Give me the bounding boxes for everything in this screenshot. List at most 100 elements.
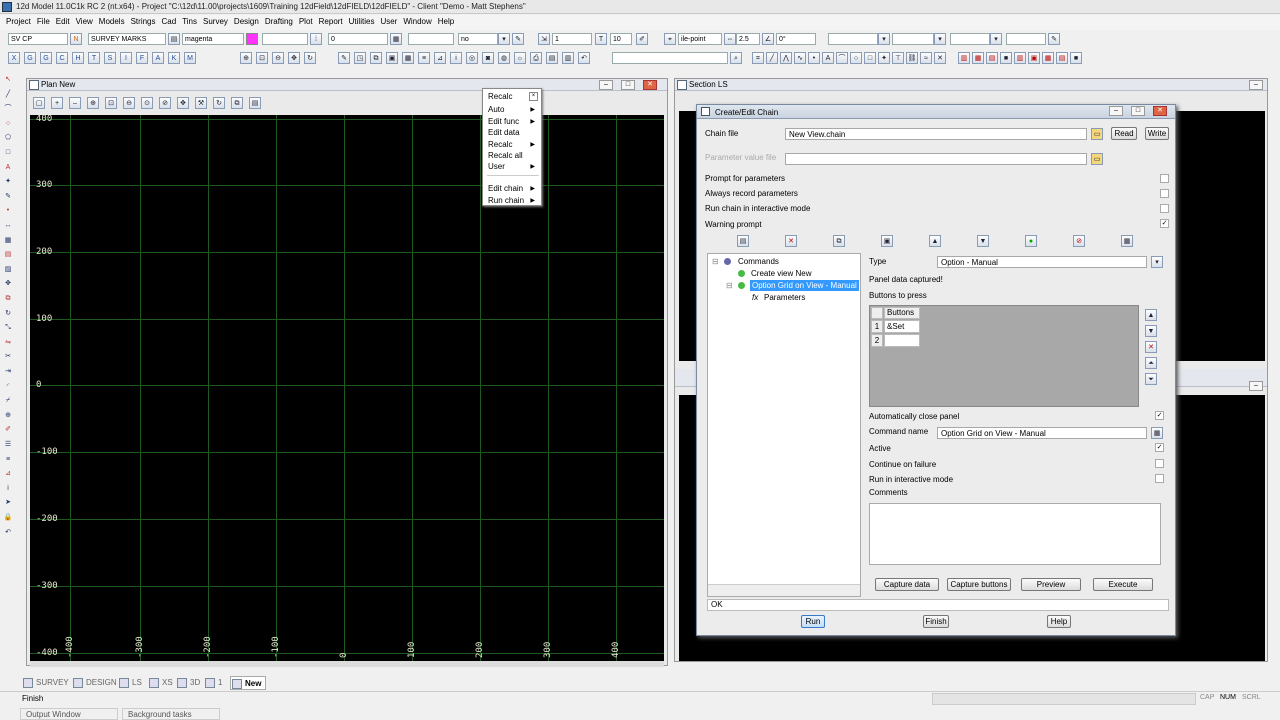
scale-icon[interactable]: ⇔ (724, 33, 736, 45)
plan-canvas[interactable]: 400 300 200 100 0 -100 -200 -300 -400 -400 -300 -20… (30, 115, 664, 661)
minimize-button[interactable]: – (599, 80, 613, 90)
snap-icon[interactable]: ⌗ (752, 52, 764, 64)
popup-item-edit-chain[interactable]: Edit chain (488, 184, 523, 193)
lock-icon[interactable]: 🔒 (2, 512, 14, 524)
view-red-2-icon[interactable]: ▦ (972, 52, 984, 64)
spline-icon[interactable]: ∿ (794, 52, 806, 64)
camera-icon[interactable]: ◙ (482, 52, 494, 64)
weight-field[interactable]: 0 (328, 33, 388, 45)
save-icon[interactable]: ▤ (546, 52, 558, 64)
join-icon[interactable]: ⊕ (2, 410, 14, 422)
contour-icon[interactable]: ≈ (920, 52, 932, 64)
menu-item-user[interactable]: User (380, 17, 397, 26)
view-tab-ls[interactable]: LS (118, 676, 142, 690)
chevron-down-icon[interactable]: ▾ (498, 33, 510, 45)
snap-g-button[interactable]: G (24, 52, 36, 64)
background-tasks-tab[interactable]: Background tasks (122, 708, 220, 720)
grid-move-down-icon[interactable]: ▼ (1145, 325, 1157, 337)
snap-x-button[interactable]: X (8, 52, 20, 64)
extra-field-3[interactable] (950, 33, 990, 45)
polyline-icon[interactable]: ⋀ (780, 52, 792, 64)
fillet-icon[interactable]: ◜ (2, 381, 14, 393)
symbol-icon[interactable]: ✦ (878, 52, 890, 64)
menu-item-edit[interactable]: Edit (56, 17, 70, 26)
popup-item-edit-data[interactable]: Edit data (488, 128, 520, 137)
folder-icon[interactable]: ▭ (1091, 153, 1103, 165)
menu-item-tins[interactable]: Tins (182, 17, 197, 26)
plan-zoom-prev-icon[interactable]: ⊘ (159, 97, 171, 109)
zoom-icon[interactable]: ⊕ (240, 52, 252, 64)
menu-item-view[interactable]: View (76, 17, 93, 26)
dialog-maximize-button[interactable]: □ (1131, 106, 1145, 116)
snap-k-button[interactable]: K (168, 52, 180, 64)
model-select-icon[interactable]: ▤ (168, 33, 180, 45)
chevron-down-icon[interactable]: ▾ (934, 33, 946, 45)
tree-item-option-grid[interactable]: Option Grid on View - Manual (750, 280, 859, 291)
rotate-icon[interactable]: ↻ (2, 308, 14, 320)
grid-icon[interactable]: ▦ (402, 52, 414, 64)
extra-field-2[interactable] (892, 33, 934, 45)
enable-icon[interactable]: ● (1025, 235, 1037, 247)
search-icon[interactable]: ⌕ (730, 52, 742, 64)
disable-icon[interactable]: ⊘ (1073, 235, 1085, 247)
arc-icon[interactable]: ⌒ (836, 52, 848, 64)
box-icon[interactable]: □ (864, 52, 876, 64)
sketch-icon[interactable]: ✎ (1048, 33, 1060, 45)
warning-prompt-checkbox[interactable]: ✓ (1160, 219, 1169, 228)
zoom-box-icon[interactable]: ⊡ (256, 52, 268, 64)
info-icon[interactable]: i (450, 52, 462, 64)
plan-pan-icon[interactable]: ✥ (177, 97, 189, 109)
chain-icon[interactable]: ⛓ (906, 52, 918, 64)
text-icon[interactable]: A (2, 162, 14, 174)
plan-zoom-in-icon[interactable]: ⊕ (87, 97, 99, 109)
dimension-icon[interactable]: ↔ (2, 220, 14, 232)
help-button[interactable]: Help (1047, 615, 1071, 628)
angle-field[interactable]: 0° (776, 33, 816, 45)
pencil-icon[interactable]: ✎ (338, 52, 350, 64)
style-name-field[interactable]: ile-point (678, 33, 722, 45)
snap-s-button[interactable]: S (104, 52, 116, 64)
scale-field[interactable]: 2.5 (736, 33, 760, 45)
menu-item-report[interactable]: Report (319, 17, 343, 26)
zoom-out-icon[interactable]: ⊖ (272, 52, 284, 64)
point-icon[interactable]: • (808, 52, 820, 64)
execute-button[interactable]: Execute (1093, 578, 1153, 591)
finish-button[interactable]: Finish (923, 615, 949, 628)
chevron-down-icon[interactable]: ▾ (878, 33, 890, 45)
folder-icon[interactable]: ▭ (1091, 128, 1103, 140)
comments-textarea[interactable] (869, 503, 1161, 565)
menu-item-cad[interactable]: Cad (162, 17, 177, 26)
text-size-field[interactable]: 10 (610, 33, 632, 45)
pan-icon[interactable]: ✥ (288, 52, 300, 64)
style-icon[interactable]: ⌖ (664, 33, 676, 45)
view-tab-1[interactable]: 1 (204, 676, 222, 690)
view-tab-xs[interactable]: XS (148, 676, 173, 690)
view-tab-new[interactable]: New (230, 676, 267, 690)
always-record-checkbox[interactable] (1160, 189, 1169, 198)
delete-command-icon[interactable]: ✕ (785, 235, 797, 247)
plan-hscroll[interactable] (30, 661, 664, 667)
preview-button[interactable]: Preview (1021, 578, 1081, 591)
menu-item-models[interactable]: Models (99, 17, 125, 26)
maximize-button[interactable]: □ (621, 80, 635, 90)
pen-icon[interactable]: ✎ (512, 33, 524, 45)
menu-item-strings[interactable]: Strings (131, 17, 156, 26)
view-red-7-icon[interactable]: ▦ (1042, 52, 1054, 64)
popup-item-auto[interactable]: Auto (488, 105, 504, 114)
linestyle-field[interactable] (262, 33, 308, 45)
menu-item-drafting[interactable]: Drafting (265, 17, 293, 26)
section-minimize-button[interactable]: – (1249, 80, 1263, 90)
plan-settings-icon[interactable]: ▤ (249, 97, 261, 109)
copy-command-icon[interactable]: ⧉ (833, 235, 845, 247)
command-name-input[interactable]: Option Grid on View - Manual (937, 427, 1147, 439)
undo-icon[interactable]: ↶ (2, 527, 14, 539)
scale-icon[interactable]: ⤡ (2, 322, 14, 334)
view-red-3-icon[interactable]: ▤ (986, 52, 998, 64)
line-icon[interactable]: ╱ (766, 52, 778, 64)
colour-swatch[interactable] (246, 33, 258, 45)
snap-f-button[interactable]: F (136, 52, 148, 64)
angle-icon[interactable]: ∠ (762, 33, 774, 45)
snap-t-button[interactable]: T (88, 52, 100, 64)
capture-buttons-button[interactable]: Capture buttons (947, 578, 1011, 591)
tree-collapse-icon[interactable]: ⊟ (712, 257, 719, 266)
